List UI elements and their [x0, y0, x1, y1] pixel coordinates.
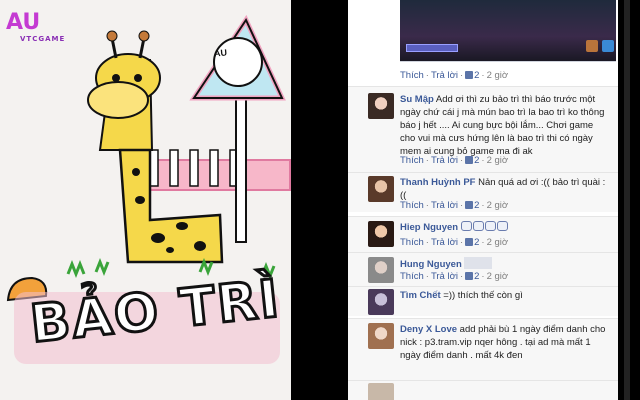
comment-author[interactable]: Su Mập	[400, 94, 434, 105]
avatar[interactable]	[368, 93, 394, 119]
reply-link[interactable]: Trả lời	[431, 200, 458, 211]
thumbs-up-icon	[465, 272, 474, 280]
emoticon-icon	[484, 221, 496, 231]
comment-item: Hung Nguyen Thích · Trả lời · 2 · 2 giờ	[348, 252, 618, 286]
scrollbar[interactable]	[618, 0, 640, 400]
comment-actions: Thích · Trả lời · 2 · 2 giờ	[400, 271, 509, 282]
emoticon-icon	[460, 221, 472, 231]
comment-actions: Thích · Trả lời · 2 · 2 giờ	[400, 237, 509, 248]
comment-author[interactable]: Thanh Huỳnh PF	[400, 177, 475, 188]
comment-actions: Thích · Trả lời · 2 · 2 giờ	[400, 155, 509, 166]
comment-author[interactable]: Deny X Love	[400, 324, 457, 335]
comment-attachment-image[interactable]	[400, 0, 616, 62]
thumbs-up-icon	[465, 156, 474, 164]
like-link[interactable]: Thích	[400, 155, 424, 166]
comment-author[interactable]: Hung Nguyen	[400, 259, 462, 270]
comment-item: Tìm Chết =)) thích thế còn gì	[348, 286, 618, 316]
divider	[291, 0, 348, 400]
post-photo[interactable]: AU VTCGAME AU BẢO TRÌ	[0, 0, 291, 400]
thumbs-up-icon	[465, 238, 474, 246]
avatar[interactable]	[368, 383, 394, 400]
comment-author[interactable]: Tìm Chết	[400, 290, 441, 301]
reply-link[interactable]: Trả lời	[431, 237, 458, 248]
like-link[interactable]: Thích	[400, 271, 424, 282]
reply-link[interactable]: Trả lời	[431, 70, 458, 81]
comment-item: Deny X Love add phải bù 1 ngày điểm danh…	[348, 318, 618, 380]
thumbs-up-icon	[465, 201, 474, 209]
comment-author[interactable]: Hiep Nguyen	[400, 222, 458, 233]
redacted-sticker	[464, 257, 493, 269]
sign-label: AU	[213, 47, 228, 59]
avatar[interactable]	[368, 221, 394, 247]
comment-actions: Thích · Trả lời · 2 · 2 giờ	[400, 70, 509, 81]
avatar[interactable]	[368, 176, 394, 202]
like-link[interactable]: Thích	[400, 70, 424, 81]
like-link[interactable]: Thích	[400, 200, 424, 211]
reply-link[interactable]: Trả lời	[431, 271, 458, 282]
thumbs-up-icon	[465, 71, 474, 79]
emoticon-icon	[496, 221, 508, 231]
comment-item	[348, 380, 618, 400]
comment-item: Hiep Nguyen Thích · Trả lời · 2 · 2 giờ	[348, 216, 618, 252]
avatar[interactable]	[368, 289, 394, 315]
comment-text: =)) thích thế còn gì	[443, 290, 523, 301]
comment-item: Su Mập Add ơi thì zu bảo trì thì báo trư…	[348, 86, 618, 172]
avatar[interactable]	[368, 257, 394, 283]
avatar[interactable]	[368, 323, 394, 349]
reply-link[interactable]: Trả lời	[431, 155, 458, 166]
game-logo: AU VTCGAME	[6, 10, 66, 43]
comments-panel: Thích · Trả lời · 2 · 2 giờ Su Mập Add ơi thì …	[348, 0, 618, 400]
comment-actions: Thích · Trả lời · 2 · 2 giờ	[400, 200, 509, 211]
emoticon-icon	[472, 221, 484, 231]
like-link[interactable]: Thích	[400, 237, 424, 248]
